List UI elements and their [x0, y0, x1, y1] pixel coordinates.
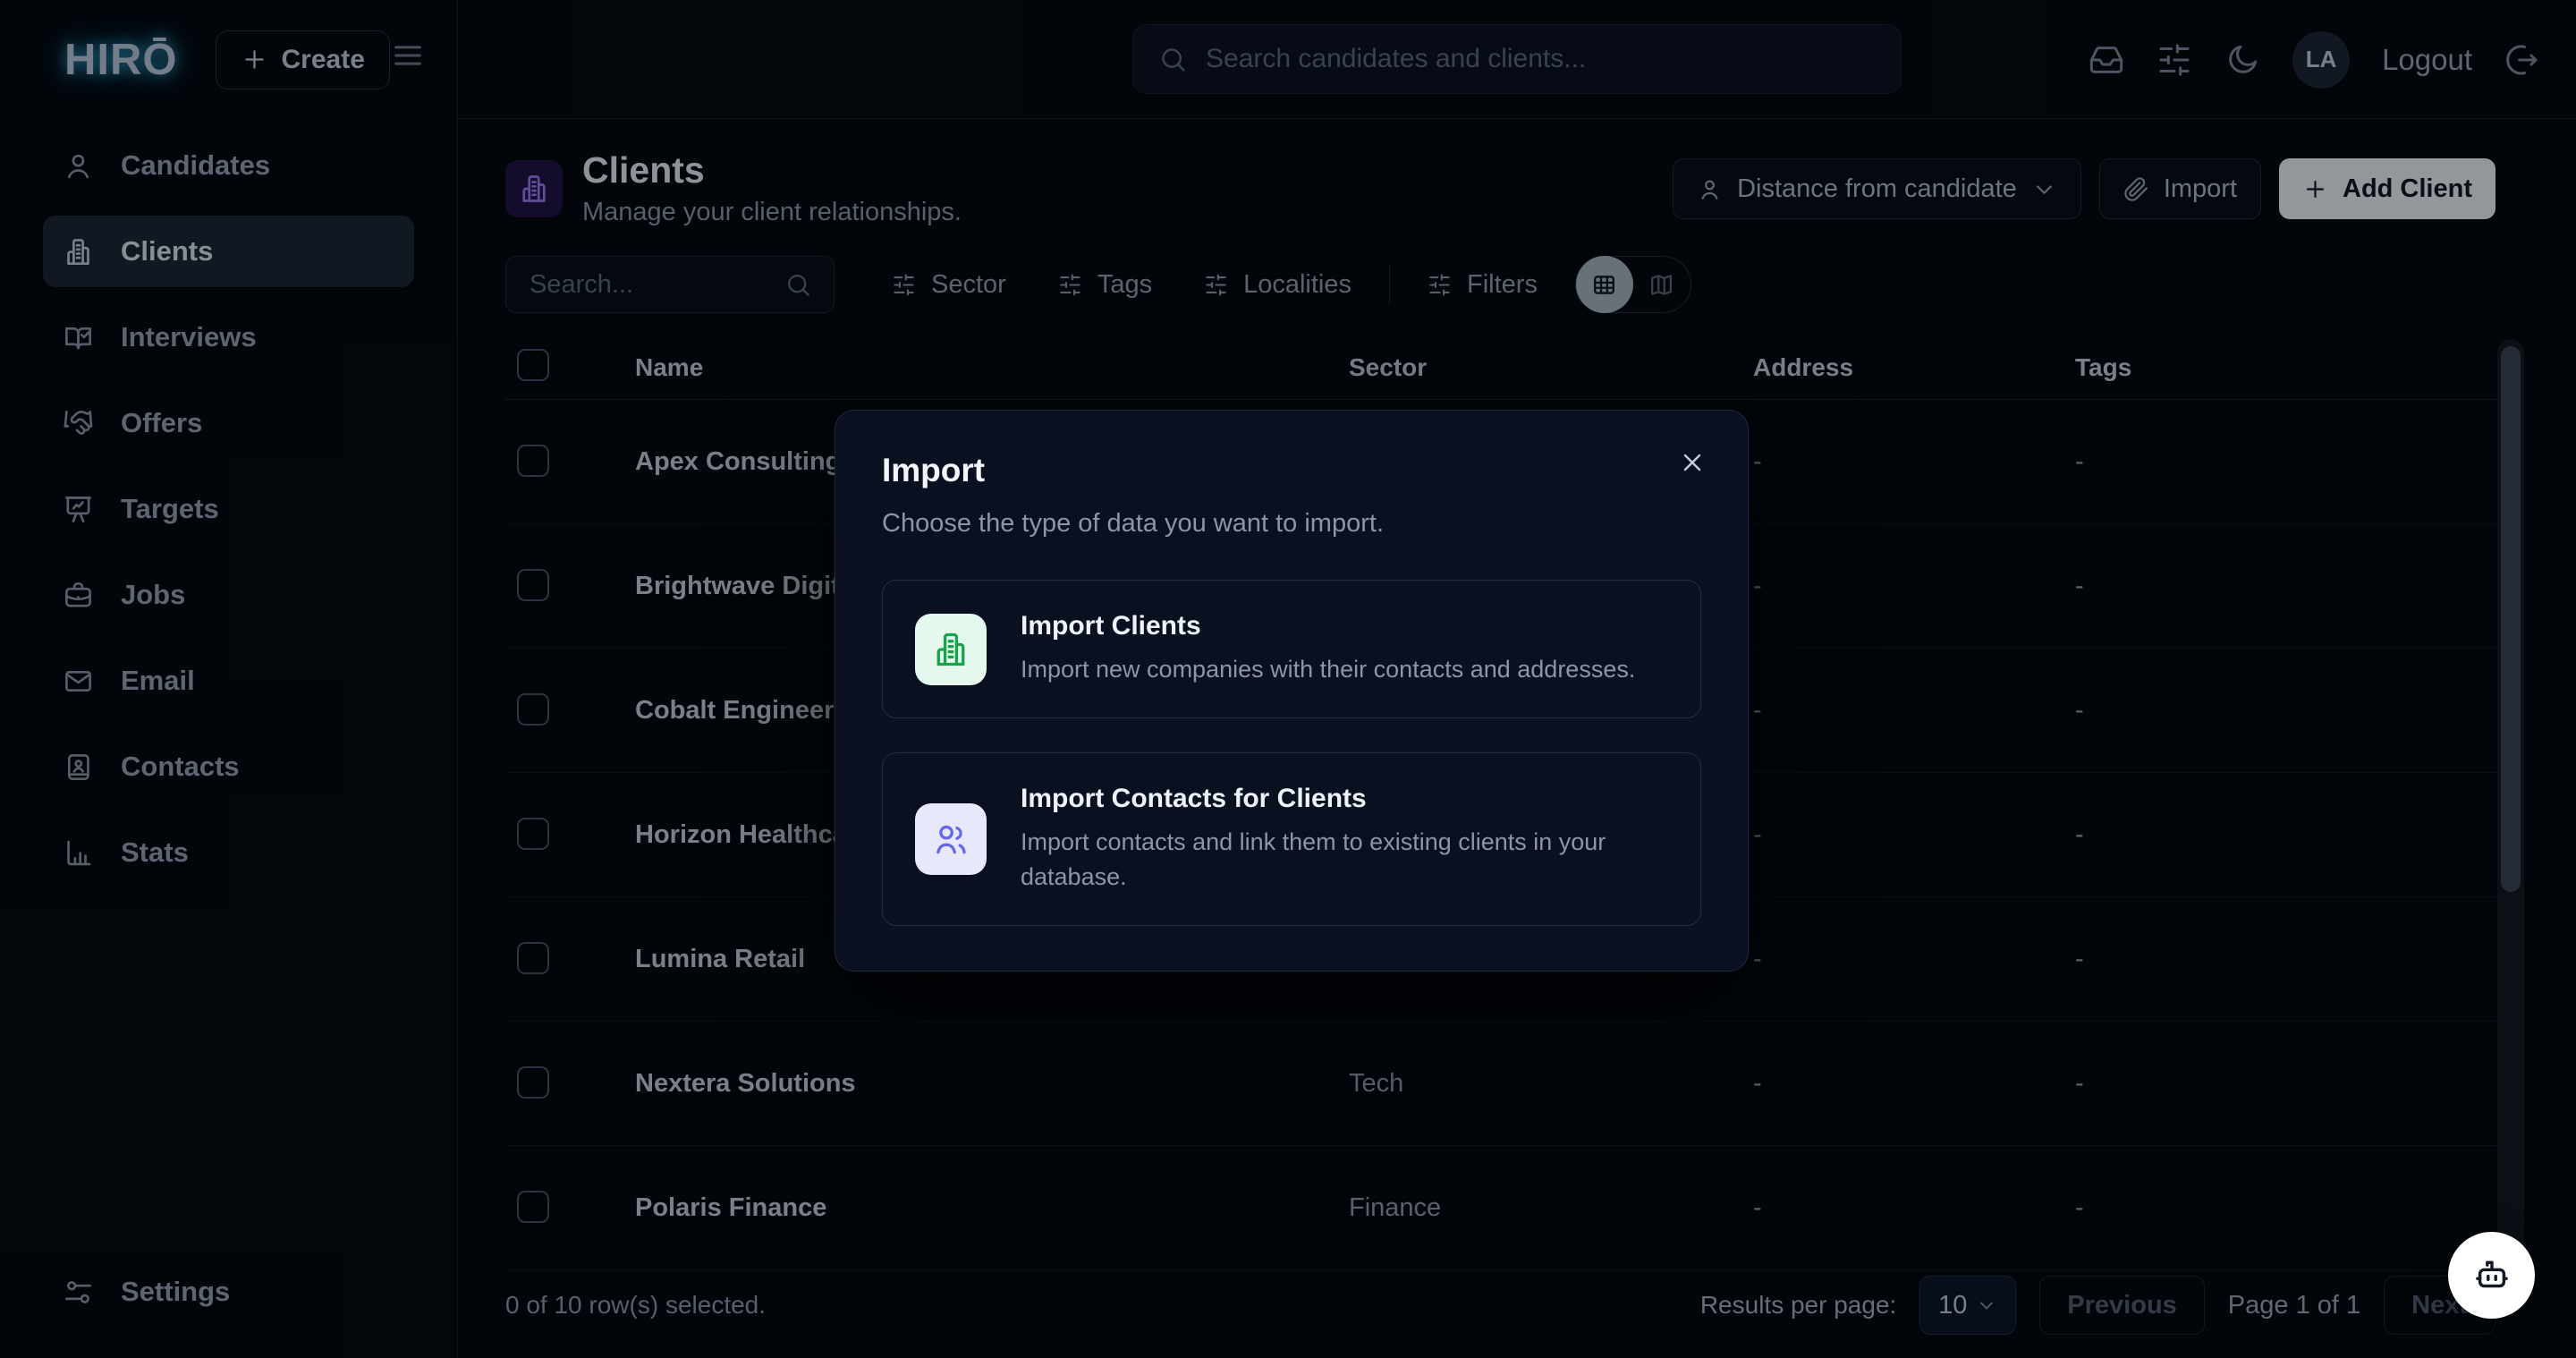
assistant-fab[interactable]	[2448, 1232, 2535, 1319]
import-clients-option[interactable]: Import Clients Import new companies with …	[882, 580, 1701, 718]
app-root: HIRŌ Create CandidatesClientsInterviewsO…	[0, 0, 2576, 1358]
option-title: Import Clients	[1021, 611, 1635, 641]
import-modal: Import Choose the type of data you want …	[835, 410, 1749, 972]
robot-icon	[2471, 1255, 2512, 1296]
modal-subtitle: Choose the type of data you want to impo…	[882, 509, 1701, 539]
users-icon	[915, 803, 987, 875]
close-icon[interactable]	[1674, 445, 1710, 488]
modal-options: Import Clients Import new companies with …	[882, 580, 1701, 926]
building-icon	[915, 614, 987, 685]
modal-title: Import	[882, 452, 1701, 489]
import-contacts-for-clients-option[interactable]: Import Contacts for Clients Import contac…	[882, 752, 1701, 926]
option-description: Import contacts and link them to existin…	[1021, 825, 1638, 895]
option-description: Import new companies with their contacts…	[1021, 652, 1635, 687]
option-title: Import Contacts for Clients	[1021, 784, 1638, 814]
